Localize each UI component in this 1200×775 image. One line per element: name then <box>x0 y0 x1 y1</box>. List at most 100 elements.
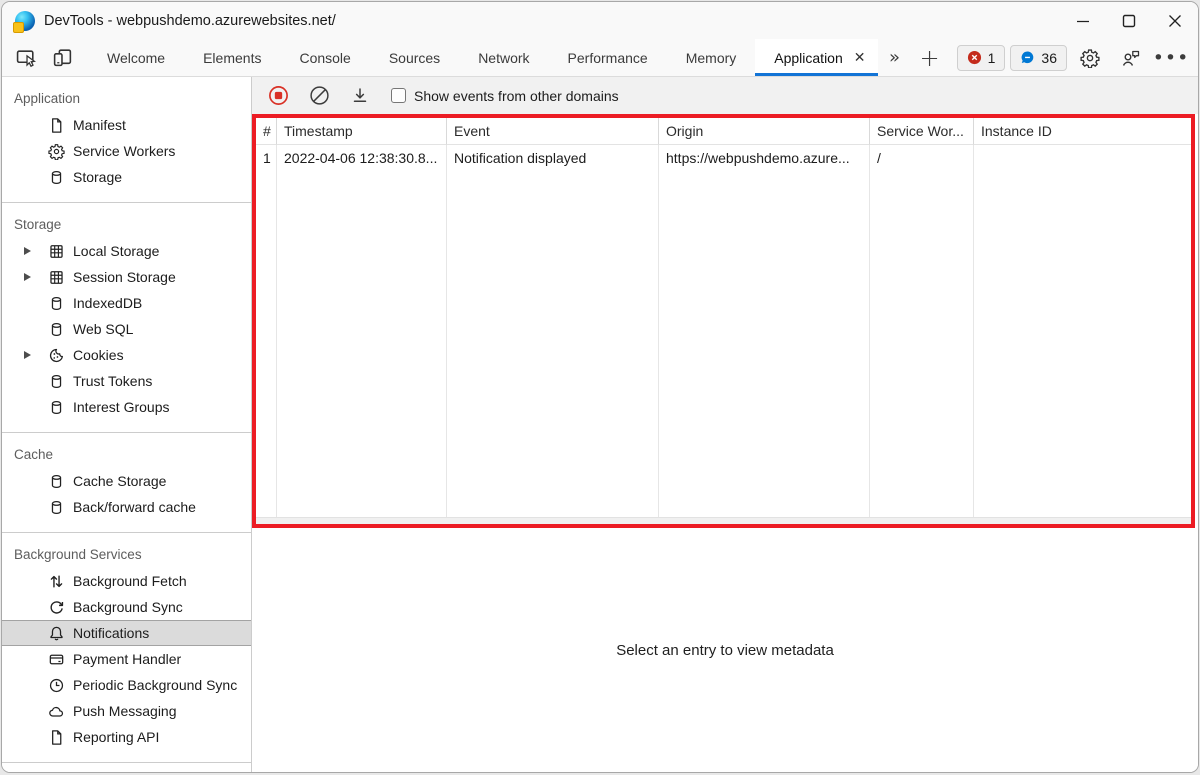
sidebar-item-background-fetch[interactable]: Background Fetch <box>2 568 251 594</box>
sidebar-item-push-messaging[interactable]: Push Messaging <box>2 698 251 724</box>
sidebar-item-local-storage[interactable]: Local Storage <box>2 238 251 264</box>
highlight-rectangle: # Timestamp Event Origin Service Wor... … <box>252 114 1195 528</box>
sidebar-item-session-storage[interactable]: Session Storage <box>2 264 251 290</box>
sidebar-divider <box>2 762 251 772</box>
tab-elements[interactable]: Elements <box>184 39 280 76</box>
sidebar-item-indexeddb[interactable]: IndexedDB <box>2 290 251 316</box>
metadata-placeholder: Select an entry to view metadata <box>616 642 834 659</box>
database-icon <box>48 169 65 186</box>
inspect-element-icon[interactable] <box>8 39 44 76</box>
tab-console[interactable]: Console <box>280 39 369 76</box>
expand-arrow-icon[interactable] <box>24 247 48 255</box>
tab-application[interactable]: Application ✕ <box>755 39 877 76</box>
edge-logo-icon <box>15 11 35 31</box>
bell-icon <box>48 625 65 642</box>
expand-arrow-icon[interactable] <box>24 273 48 281</box>
column-header-origin[interactable]: Origin <box>659 118 870 145</box>
cell-service-worker: / <box>870 145 974 171</box>
sidebar-item-back-forward-cache[interactable]: Back/forward cache <box>2 494 251 520</box>
grid-icon <box>48 269 65 286</box>
column-header-service-worker[interactable]: Service Wor... <box>870 118 974 145</box>
database-icon <box>48 373 65 390</box>
sidebar-item-cookies[interactable]: Cookies <box>2 342 251 368</box>
sidebar-item-payment-handler[interactable]: Payment Handler <box>2 646 251 672</box>
section-title: Application <box>2 86 251 112</box>
minimize-button[interactable] <box>1060 2 1106 39</box>
section-cache: Cache Cache Storage Back/forward cache <box>2 432 251 532</box>
tab-close-icon[interactable]: ✕ <box>852 49 868 66</box>
section-title: Cache <box>2 442 251 468</box>
devtools-window: DevTools - webpushdemo.azurewebsites.net… <box>1 1 1199 773</box>
events-table-empty-area <box>256 171 1191 517</box>
clear-icon[interactable] <box>305 82 333 110</box>
devtools-tabbar: Welcome Elements Console Sources Network… <box>2 39 1198 77</box>
settings-gear-icon[interactable] <box>1072 48 1108 68</box>
metadata-panel: Select an entry to view metadata <box>252 528 1198 772</box>
cell-number: 1 <box>256 145 277 171</box>
application-sidebar: Application Manifest Service Workers <box>2 77 252 772</box>
clock-icon <box>48 677 65 694</box>
tab-strip: Welcome Elements Console Sources Network… <box>88 39 878 76</box>
sidebar-item-trust-tokens[interactable]: Trust Tokens <box>2 368 251 394</box>
sidebar-item-manifest[interactable]: Manifest <box>2 112 251 138</box>
window-title: DevTools - webpushdemo.azurewebsites.net… <box>44 13 336 29</box>
column-header-instance-id[interactable]: Instance ID <box>974 118 1191 145</box>
column-header-event[interactable]: Event <box>447 118 659 145</box>
table-row[interactable]: 1 2022-04-06 12:38:30.8... Notification … <box>256 145 1191 171</box>
database-icon <box>48 499 65 516</box>
sidebar-item-web-sql[interactable]: Web SQL <box>2 316 251 342</box>
section-application: Application Manifest Service Workers <box>2 77 251 202</box>
sidebar-item-reporting-api[interactable]: Reporting API <box>2 724 251 750</box>
cell-timestamp: 2022-04-06 12:38:30.8... <box>277 145 447 171</box>
titlebar: DevTools - webpushdemo.azurewebsites.net… <box>2 2 1198 39</box>
record-icon[interactable] <box>264 82 292 110</box>
database-icon <box>48 399 65 416</box>
gear-icon <box>48 143 65 160</box>
tab-memory[interactable]: Memory <box>667 39 756 76</box>
tab-welcome[interactable]: Welcome <box>88 39 184 76</box>
device-toolbar-icon[interactable] <box>44 39 80 76</box>
tab-performance[interactable]: Performance <box>549 39 667 76</box>
sidebar-item-notifications[interactable]: Notifications <box>2 620 251 646</box>
horizontal-scrollbar-track[interactable] <box>256 517 1191 524</box>
maximize-button[interactable] <box>1106 2 1152 39</box>
tab-sources[interactable]: Sources <box>370 39 459 76</box>
document-icon <box>48 729 65 746</box>
section-background-services: Background Services Background Fetch Bac… <box>2 532 251 762</box>
section-title: Background Services <box>2 542 251 568</box>
feedback-icon[interactable] <box>1113 48 1149 68</box>
arrows-up-down-icon <box>48 573 65 590</box>
download-icon[interactable] <box>346 82 374 110</box>
sidebar-item-periodic-background-sync[interactable]: Periodic Background Sync <box>2 672 251 698</box>
sidebar-item-cache-storage[interactable]: Cache Storage <box>2 468 251 494</box>
column-header-number[interactable]: # <box>256 118 277 145</box>
issues-count-badge[interactable]: 36 <box>1010 45 1067 71</box>
sync-icon <box>48 599 65 616</box>
error-count-badge[interactable]: 1 <box>957 45 1006 71</box>
section-storage: Storage Local Storage Session Storage <box>2 202 251 432</box>
sidebar-item-service-workers[interactable]: Service Workers <box>2 138 251 164</box>
cookie-icon <box>48 347 65 364</box>
sidebar-item-background-sync[interactable]: Background Sync <box>2 594 251 620</box>
more-tabs-icon[interactable]: » <box>878 39 912 76</box>
more-options-icon[interactable]: ••• <box>1154 47 1188 69</box>
show-events-checkbox[interactable] <box>391 88 406 103</box>
cell-instance-id <box>974 145 1191 171</box>
events-table-header: # Timestamp Event Origin Service Wor... … <box>256 118 1191 145</box>
chat-bubble-icon <box>1020 50 1035 65</box>
add-tab-icon[interactable]: + <box>912 39 948 76</box>
sidebar-item-interest-groups[interactable]: Interest Groups <box>2 394 251 420</box>
cell-origin: https://webpushdemo.azure... <box>659 145 870 171</box>
tab-network[interactable]: Network <box>459 39 548 76</box>
cell-event: Notification displayed <box>447 145 659 171</box>
close-button[interactable] <box>1152 2 1198 39</box>
database-icon <box>48 321 65 338</box>
events-toolbar: Show events from other domains <box>252 77 1198 114</box>
cloud-icon <box>48 703 65 720</box>
show-events-label[interactable]: Show events from other domains <box>414 88 619 104</box>
column-header-timestamp[interactable]: Timestamp <box>277 118 447 145</box>
grid-icon <box>48 243 65 260</box>
expand-arrow-icon[interactable] <box>24 351 48 359</box>
notifications-panel: Show events from other domains # Timesta… <box>252 77 1198 772</box>
sidebar-item-storage[interactable]: Storage <box>2 164 251 190</box>
